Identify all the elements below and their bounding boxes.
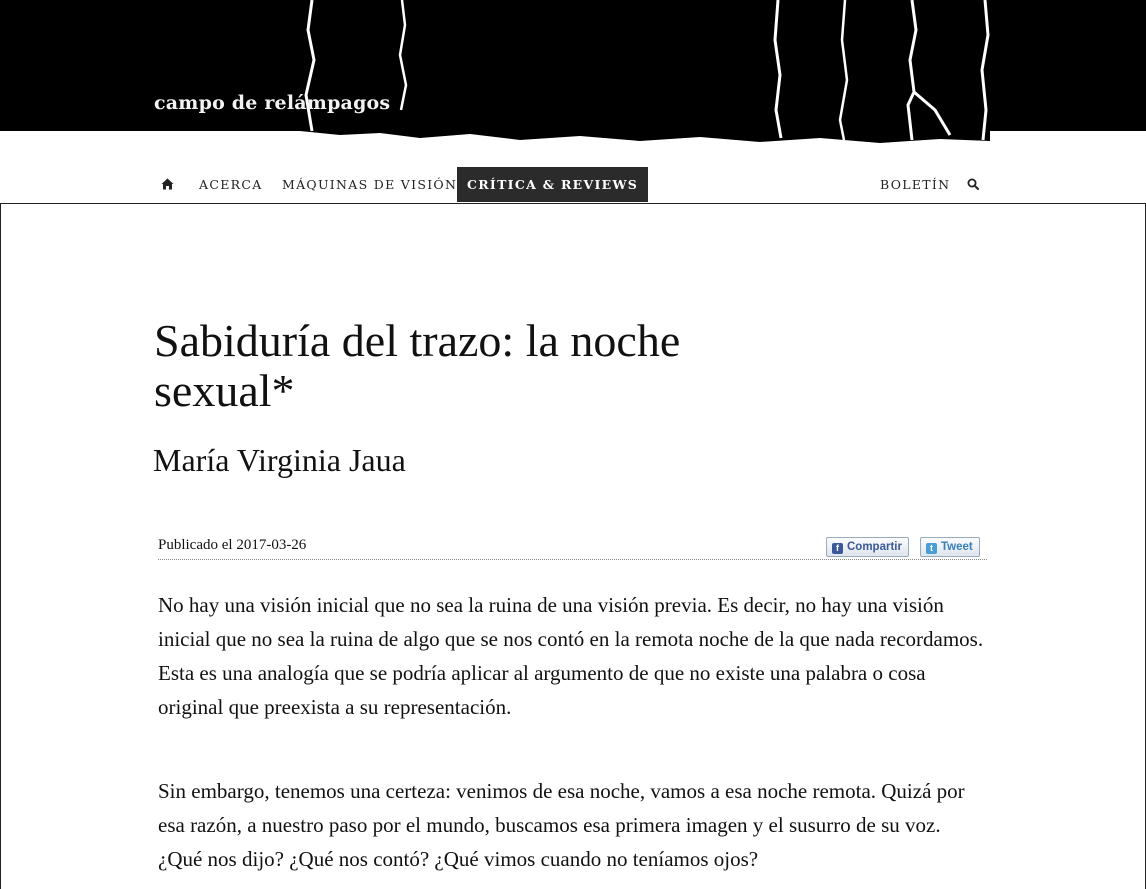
facebook-share-button[interactable]: f Compartir [826,537,909,557]
tweet-label: Tweet [941,541,973,553]
twitter-icon: t [926,543,937,554]
site-title[interactable]: campo de relámpagos [154,92,390,114]
nav-item-acerca[interactable]: ACERCA [199,167,263,202]
publish-date: Publicado el 2017-03-26 [158,537,307,553]
article-title: Sabiduría del trazo: la noche sexual* [154,315,681,416]
tweet-button[interactable]: t Tweet [920,537,980,557]
article-meta-bar: Publicado el 2017-03-26 f Compartir t Twee… [158,534,987,560]
facebook-share-label: Compartir [847,541,902,553]
article-paragraph: Sin embargo, tenemos una certeza: venimo… [158,779,965,871]
nav-item-critica-reviews[interactable]: CRÍTICA & REVIEWS [457,167,649,202]
search-icon[interactable] [967,167,983,202]
nav-item-boletin[interactable]: BOLETÍN [880,167,950,202]
facebook-icon: f [832,543,843,554]
nav-item-maquinas-de-vision[interactable]: MÁQUINAS DE VISIÓN [282,167,457,202]
article-paragraph: No hay una visión inicial que no sea la … [158,593,984,719]
article-author: María Virginia Jaua [153,442,406,478]
main-nav: ACERCA MÁQUINAS DE VISIÓN CRÍTICA & REVI… [0,131,1146,204]
home-icon[interactable] [161,167,177,202]
banner-lightning-art [0,0,990,143]
